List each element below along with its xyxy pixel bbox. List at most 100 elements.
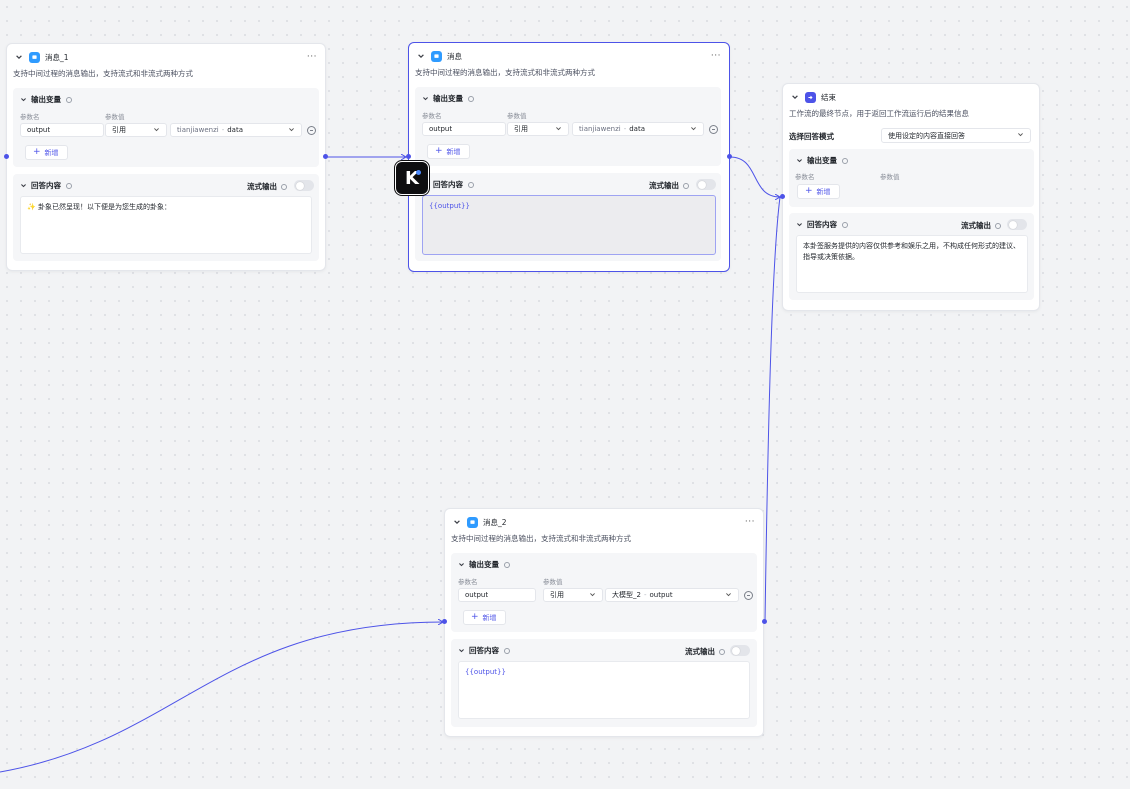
stream-output-toggle[interactable] [294,180,314,191]
chevron-down-icon[interactable] [18,95,28,105]
ref-type-select[interactable]: 引用 [543,588,603,602]
section-title: 回答内容 [433,180,463,189]
chevron-down-icon[interactable] [794,220,804,230]
section-title: 输出变量 [31,95,61,104]
node-description: 支持中间过程的消息输出，支持流式和非流式两种方式 [451,534,631,543]
end-icon [805,91,816,103]
message-icon [467,516,478,528]
answer-variable: {{output}} [429,202,470,210]
node-end[interactable]: 结束 工作流的最终节点，用于返回工作流运行后的结果信息 选择回答模式 使用设定的… [782,83,1040,311]
chevron-down-icon[interactable] [790,92,800,102]
info-icon[interactable] [66,96,72,103]
info-icon[interactable] [504,561,510,568]
ref-type-value: 引用 [550,591,564,599]
chevron-down-icon[interactable] [416,51,426,61]
info-icon[interactable] [995,222,1001,229]
chevron-down-icon[interactable] [420,94,430,104]
answer-content-editor[interactable]: 本卦签服务提供的内容仅供参考和娱乐之用，不构成任何形式的建议、指导或决策依据。 [796,235,1028,293]
ref-value-select[interactable]: tianjiawenzi - data [572,122,704,136]
more-options-icon[interactable]: ··· [711,52,721,61]
info-icon[interactable] [504,647,510,654]
output-vars-section: 输出变量 参数名 参数值 output 引用 大模型_2- output + 新增 [451,553,757,632]
ref-value-select[interactable]: 大模型_2- output [605,588,739,602]
node-message[interactable]: 消息 ··· 支持中间过程的消息输出，支持流式和非流式两种方式 输出变量 参数名… [408,42,730,272]
ref-type-select[interactable]: 引用 [507,122,569,136]
more-options-icon[interactable]: ··· [745,518,755,527]
chevron-down-icon[interactable] [456,646,466,656]
answer-content-editor[interactable]: ✨ 卦象已然呈现！以下便是为您生成的卦象： [20,196,312,254]
section-title: 回答内容 [469,646,499,655]
input-port[interactable] [780,194,785,199]
info-icon[interactable] [842,221,848,228]
ref-source: tianjiawenzi [579,125,621,133]
answer-variable: {{output}} [465,668,506,676]
stream-output-label: 流式输出 [649,180,689,191]
remove-param-icon[interactable] [744,591,753,600]
node-title[interactable]: 结束 [821,92,836,103]
input-port[interactable] [406,154,411,159]
section-header[interactable]: 回答内容 [794,219,848,230]
param-name-input[interactable]: output [20,123,104,137]
output-port[interactable] [762,619,767,624]
node-title[interactable]: 消息_1 [45,52,69,63]
section-header[interactable]: 回答内容 [18,180,72,191]
stream-output-toggle[interactable] [730,645,750,656]
output-port[interactable] [727,154,732,159]
answer-content-editor[interactable]: {{output}} [422,195,716,255]
node-message-2[interactable]: 消息_2 ··· 支持中间过程的消息输出，支持流式和非流式两种方式 输出变量 参… [444,508,764,737]
plus-icon: + [33,147,41,157]
stream-output-label: 流式输出 [961,220,1001,231]
section-header[interactable]: 输出变量 [420,93,474,104]
node-description: 工作流的最终节点，用于返回工作流运行后的结果信息 [789,109,969,118]
chevron-down-icon[interactable] [18,181,28,191]
param-name-input[interactable]: output [458,588,536,602]
node-title[interactable]: 消息_2 [483,517,507,528]
remove-param-icon[interactable] [709,125,718,134]
remove-param-icon[interactable] [307,126,316,135]
chevron-down-icon[interactable] [456,560,466,570]
node-message-1[interactable]: 消息_1 ··· 支持中间过程的消息输出，支持流式和非流式两种方式 输出变量 参… [6,43,326,271]
add-param-button[interactable]: + 新增 [427,144,470,159]
param-name-input[interactable]: output [422,122,506,136]
answer-section: 回答内容 流式输出 ✨ 卦象已然呈现！以下便是为您生成的卦象： [13,174,319,261]
section-header[interactable]: 回答内容 [456,645,510,656]
section-header[interactable]: 输出变量 [18,94,72,105]
edge-left-to-msg2 [0,622,443,773]
info-icon[interactable] [468,95,474,102]
answer-mode-select[interactable]: 使用设定的内容直接回答 [881,128,1031,143]
info-icon[interactable] [842,157,848,164]
input-port[interactable] [442,619,447,624]
chevron-down-icon[interactable] [14,52,24,62]
add-param-button[interactable]: + 新增 [25,145,68,160]
output-port[interactable] [323,154,328,159]
chevron-down-icon[interactable] [452,517,462,527]
ref-value-select[interactable]: tianjiawenzi - data [170,123,302,137]
section-header[interactable]: 输出变量 [794,155,848,166]
add-param-button[interactable]: + 新增 [463,610,506,625]
answer-section: 回答内容 流式输出 本卦签服务提供的内容仅供参考和娱乐之用，不构成任何形式的建议… [789,213,1034,300]
answer-content-editor[interactable]: {{output}} [458,661,750,719]
node-title[interactable]: 消息 [447,51,462,62]
output-vars-section: 输出变量 参数名 参数值 + 新增 [789,149,1034,207]
add-param-button[interactable]: + 新增 [797,184,840,199]
ref-field: output [649,591,673,599]
info-icon[interactable] [281,183,287,190]
chevron-down-icon[interactable] [794,156,804,166]
section-header[interactable]: 输出变量 [456,559,510,570]
info-icon[interactable] [683,182,689,189]
input-port[interactable] [4,154,9,159]
info-icon[interactable] [468,181,474,188]
stream-output-text: 流式输出 [685,647,715,656]
ref-field: data [629,125,645,133]
ref-type-value: 引用 [112,126,126,134]
add-label: 新增 [44,148,59,157]
info-icon[interactable] [719,648,725,655]
ref-type-select[interactable]: 引用 [105,123,167,137]
stream-output-label: 流式输出 [685,646,725,657]
ref-type-value: 引用 [514,125,528,133]
stream-output-toggle[interactable] [696,179,716,190]
info-icon[interactable] [66,182,72,189]
more-options-icon[interactable]: ··· [307,53,317,62]
stream-output-toggle[interactable] [1007,219,1027,230]
chevron-down-icon [1017,131,1025,139]
